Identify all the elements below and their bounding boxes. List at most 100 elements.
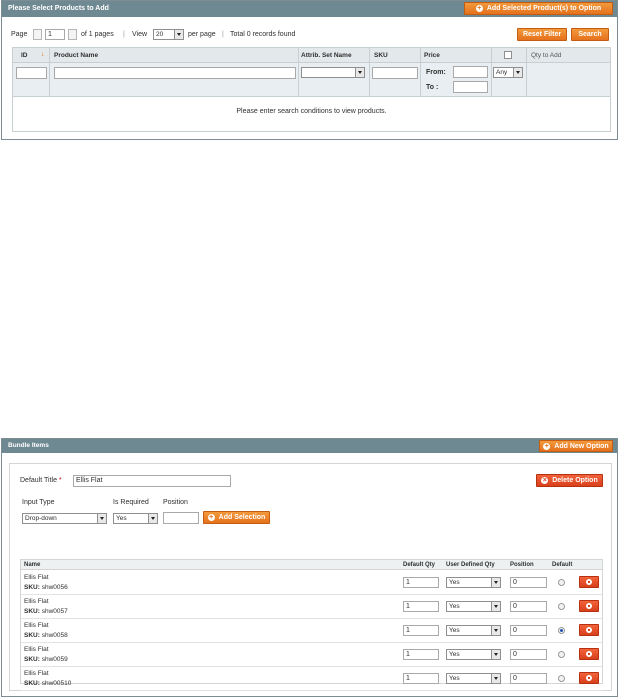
- search-button[interactable]: Search: [571, 28, 609, 41]
- chevron-down-icon: [491, 650, 500, 659]
- chevron-down-icon: [491, 602, 500, 611]
- selection-name: Ellis Flat: [24, 670, 49, 677]
- sku-label: SKU:: [24, 608, 40, 615]
- default-radio[interactable]: [558, 651, 565, 658]
- delete-option-button[interactable]: × Delete Option: [536, 474, 603, 487]
- attrib-set-filter-select[interactable]: [301, 67, 365, 78]
- pager-separator: |: [123, 31, 125, 38]
- records-found-text: Total 0 records found: [230, 31, 296, 38]
- qty-any-select[interactable]: Any: [493, 67, 523, 78]
- id-filter-input[interactable]: [16, 67, 47, 79]
- position-input[interactable]: 0: [510, 673, 547, 684]
- prev-page-button[interactable]: [33, 29, 42, 40]
- per-page-value: 20: [156, 31, 164, 38]
- delete-selection-button[interactable]: [579, 576, 599, 588]
- of-pages-text: of 1 pages: [81, 31, 114, 38]
- reset-filter-button[interactable]: Reset Filter: [517, 28, 567, 41]
- selection-row: Ellis Flat SKU: shw0059 1 Yes 0: [21, 643, 602, 667]
- col-sku-header[interactable]: SKU: [374, 52, 388, 59]
- input-type-select[interactable]: Drop-down: [22, 513, 107, 524]
- grid-filter-row: From: To : Any: [13, 63, 610, 97]
- add-new-option-button[interactable]: + Add New Option: [539, 440, 613, 452]
- per-page-select[interactable]: 20: [153, 29, 184, 40]
- is-required-value: Yes: [116, 515, 127, 522]
- delete-icon: ×: [541, 477, 549, 484]
- bundle-title: Bundle Items: [8, 442, 49, 449]
- empty-grid-message: Please enter search conditions to view p…: [236, 108, 387, 115]
- pager-separator: |: [222, 31, 224, 38]
- position-label: Position: [163, 499, 188, 506]
- sku-filter-input[interactable]: [372, 67, 418, 79]
- chevron-down-icon: [513, 68, 522, 77]
- selection-name: Ellis Flat: [24, 574, 49, 581]
- default-radio[interactable]: [558, 627, 565, 634]
- col-id-header[interactable]: ID: [21, 52, 28, 59]
- selection-sku: SKU: shw0057: [24, 608, 68, 615]
- column-divider: [420, 48, 421, 97]
- user-defined-qty-select[interactable]: Yes: [446, 649, 501, 660]
- column-divider: [491, 48, 492, 97]
- column-divider: [369, 48, 370, 97]
- page-label: Page: [11, 31, 28, 38]
- chevron-down-icon: [355, 68, 364, 77]
- grid-header-row: ID ↓ Product Name Attrib. Set Name SKU P…: [13, 48, 610, 63]
- chevron-down-icon: [491, 674, 500, 683]
- sku-value: shw0056: [41, 584, 68, 591]
- is-required-select[interactable]: Yes: [113, 513, 158, 524]
- sku-value: shw0058: [41, 632, 68, 639]
- delete-selection-button[interactable]: [579, 600, 599, 612]
- selection-sku: SKU: shw0059: [24, 656, 68, 663]
- price-to-input[interactable]: [453, 81, 488, 93]
- col-name-header: Name: [24, 562, 41, 568]
- column-divider: [298, 48, 299, 97]
- user-defined-qty-select[interactable]: Yes: [446, 601, 501, 612]
- delete-selection-button[interactable]: [579, 648, 599, 660]
- selection-row: Ellis Flat SKU: shw0058 1 Yes 0: [21, 619, 602, 643]
- default-title-input[interactable]: Ellis Flat: [73, 475, 231, 487]
- position-input[interactable]: [163, 512, 199, 524]
- selections-header-row: Name Default Qty User Defined Qty Positi…: [21, 560, 602, 570]
- col-product-name-header[interactable]: Product Name: [54, 52, 98, 59]
- page-number-input[interactable]: 1: [45, 29, 65, 40]
- input-type-value: Drop-down: [25, 515, 57, 522]
- add-selection-button[interactable]: + Add Selection: [203, 511, 270, 524]
- sku-label: SKU:: [24, 656, 40, 663]
- default-qty-input[interactable]: 1: [403, 625, 439, 636]
- user-defined-qty-select[interactable]: Yes: [446, 577, 501, 588]
- add-selected-products-button[interactable]: + Add Selected Product(s) to Option: [464, 2, 613, 15]
- select-all-checkbox[interactable]: [504, 51, 512, 59]
- user-defined-qty-select[interactable]: Yes: [446, 673, 501, 684]
- col-attrib-set-header[interactable]: Attrib. Set Name: [301, 52, 352, 59]
- qty-any-value: Any: [496, 69, 508, 76]
- position-input[interactable]: 0: [510, 577, 547, 588]
- plus-icon: +: [543, 442, 551, 450]
- selection-row: Ellis Flat SKU: shw00510 1 Yes 0: [21, 667, 602, 691]
- default-radio[interactable]: [558, 579, 565, 586]
- default-qty-input[interactable]: 1: [403, 577, 439, 588]
- col-price-header[interactable]: Price: [424, 52, 440, 59]
- col-qty-header: Qty to Add: [531, 52, 562, 59]
- position-input[interactable]: 0: [510, 625, 547, 636]
- bundle-items-panel: Bundle Items + Add New Option Default Ti…: [1, 438, 618, 697]
- product-name-filter-input[interactable]: [54, 67, 296, 79]
- user-defined-qty-select[interactable]: Yes: [446, 625, 501, 636]
- delete-selection-button[interactable]: [579, 672, 599, 684]
- default-qty-input[interactable]: 1: [403, 673, 439, 684]
- delete-selection-button[interactable]: [579, 624, 599, 636]
- sku-label: SKU:: [24, 680, 40, 687]
- sku-label: SKU:: [24, 632, 40, 639]
- default-title-text: Default Title: [20, 477, 57, 484]
- col-user-defined-qty-header: User Defined Qty: [446, 562, 495, 568]
- default-radio[interactable]: [558, 675, 565, 682]
- position-input[interactable]: 0: [510, 601, 547, 612]
- next-page-button[interactable]: [68, 29, 77, 40]
- default-radio[interactable]: [558, 603, 565, 610]
- price-from-input[interactable]: [453, 66, 488, 78]
- default-qty-input[interactable]: 1: [403, 649, 439, 660]
- sku-value: shw0057: [41, 608, 68, 615]
- add-selection-label: Add Selection: [218, 514, 266, 521]
- chevron-down-icon: [97, 514, 106, 523]
- position-input[interactable]: 0: [510, 649, 547, 660]
- default-qty-input[interactable]: 1: [403, 601, 439, 612]
- user-defined-qty-value: Yes: [449, 627, 460, 634]
